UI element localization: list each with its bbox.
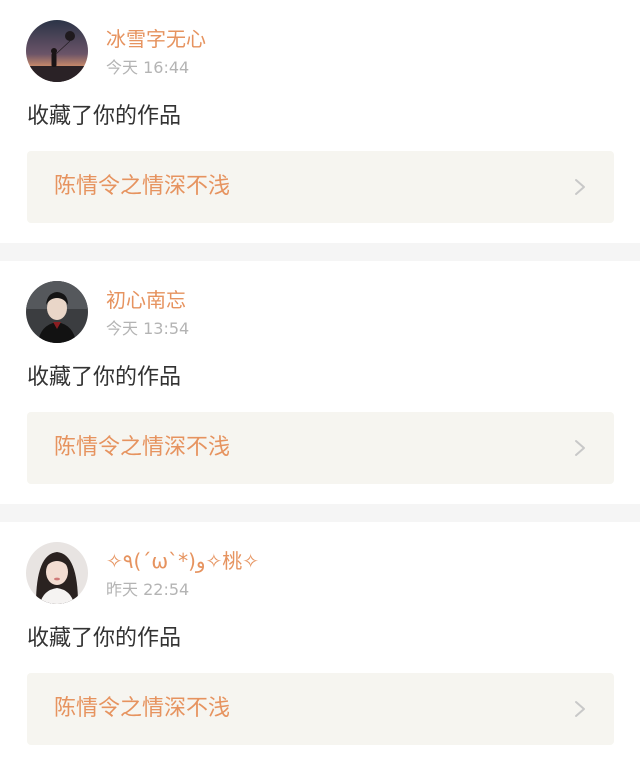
- timestamp: 今天 16:44: [106, 58, 190, 77]
- timestamp: 昨天 22:54: [106, 580, 190, 599]
- action-text: 收藏了你的作品: [27, 104, 182, 129]
- username[interactable]: ✧٩(ˊωˋ*)و✧桃✧: [106, 548, 259, 574]
- username[interactable]: 初心南忘: [106, 287, 186, 313]
- chevron-right-icon: [574, 178, 586, 196]
- user-avatar[interactable]: [26, 20, 88, 82]
- work-title: 陈情令之情深不浅: [54, 696, 231, 721]
- chevron-right-icon: [574, 700, 586, 718]
- work-link[interactable]: 陈情令之情深不浅: [27, 151, 614, 223]
- action-text: 收藏了你的作品: [27, 365, 182, 390]
- chevron-right-icon: [574, 439, 586, 457]
- timestamp: 今天 13:54: [106, 319, 190, 338]
- notification-card: 初心南忘 今天 13:54 收藏了你的作品 陈情令之情深不浅: [0, 261, 640, 504]
- avatar-silhouette-sunset-icon: [26, 20, 88, 82]
- notification-feed: 冰雪字无心 今天 16:44 收藏了你的作品 陈情令之情深不浅 初心南忘 今天 …: [0, 0, 640, 766]
- notification-card: ✧٩(ˊωˋ*)و✧桃✧ 昨天 22:54 收藏了你的作品 陈情令之情深不浅: [0, 522, 640, 765]
- avatar-man-dark-icon: [26, 281, 88, 343]
- work-title: 陈情令之情深不浅: [54, 435, 231, 460]
- user-avatar[interactable]: [26, 281, 88, 343]
- avatar-girl-portrait-icon: [26, 542, 88, 604]
- work-link[interactable]: 陈情令之情深不浅: [27, 673, 614, 745]
- work-title: 陈情令之情深不浅: [54, 174, 231, 199]
- notification-card: 冰雪字无心 今天 16:44 收藏了你的作品 陈情令之情深不浅: [0, 0, 640, 243]
- section-divider: [0, 504, 640, 522]
- action-text: 收藏了你的作品: [27, 626, 182, 651]
- work-link[interactable]: 陈情令之情深不浅: [27, 412, 614, 484]
- section-divider: [0, 243, 640, 261]
- user-avatar[interactable]: [26, 542, 88, 604]
- username[interactable]: 冰雪字无心: [106, 26, 206, 52]
